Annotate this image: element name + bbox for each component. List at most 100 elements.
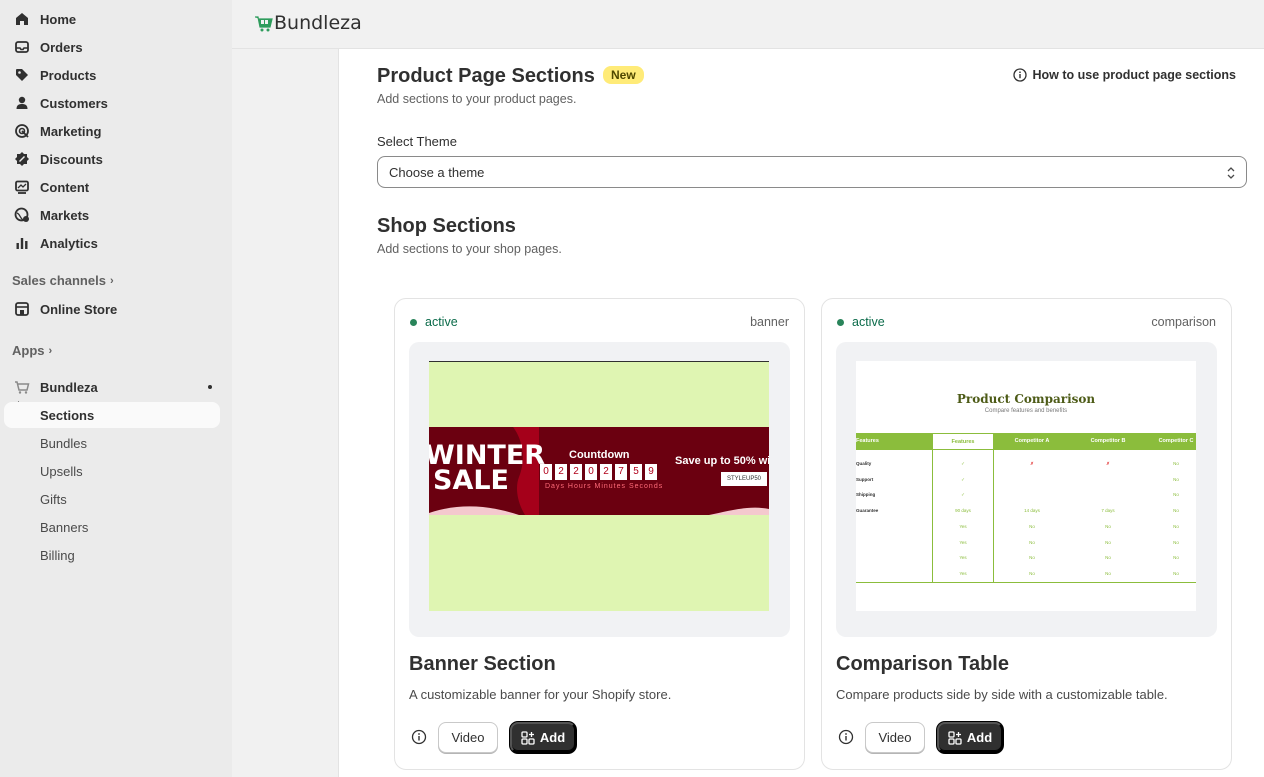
sidebar-item-label: Gifts bbox=[40, 491, 67, 507]
sidebar-item-banners[interactable]: Banners bbox=[4, 514, 220, 540]
target-icon bbox=[15, 124, 29, 138]
comparison-cell bbox=[856, 535, 932, 551]
status-dot bbox=[837, 318, 844, 326]
sidebar-item-label: Banners bbox=[40, 519, 89, 535]
select-theme-label: Select Theme bbox=[377, 134, 457, 149]
apps-label: Apps bbox=[12, 343, 45, 358]
theme-select[interactable]: Choose a theme bbox=[377, 156, 1247, 188]
sidebar-item-online-store[interactable]: Online Store bbox=[4, 296, 220, 322]
help-link-label: How to use product page sections bbox=[1032, 68, 1237, 82]
main-content: Product Page Sections New Add sections t… bbox=[339, 49, 1264, 777]
comparison-cell: No bbox=[1029, 539, 1035, 545]
discount-code: STYLEUP50 bbox=[721, 472, 768, 486]
content-icon bbox=[15, 180, 29, 194]
comparison-cell: ✓ bbox=[961, 461, 965, 466]
add-button[interactable]: Add bbox=[510, 722, 576, 753]
comparison-cell: No bbox=[1173, 555, 1179, 561]
sidebar-item-label: Markets bbox=[40, 207, 90, 223]
comparison-cell bbox=[1070, 487, 1146, 503]
section-type: banner bbox=[750, 315, 789, 329]
digit: 5 bbox=[630, 464, 642, 480]
digit: 2 bbox=[555, 464, 567, 480]
sales-channels-header[interactable]: Sales channels › bbox=[12, 273, 114, 288]
card-title: Comparison Table bbox=[836, 653, 1009, 675]
digit: 2 bbox=[600, 464, 612, 480]
comparison-cell: No bbox=[1105, 539, 1111, 545]
sidebar-item-sections[interactable]: Sections bbox=[4, 402, 220, 428]
comparison-bottom-rule bbox=[856, 581, 1196, 584]
page-title: Product Page Sections bbox=[377, 65, 595, 87]
sidebar-item-bundles[interactable]: Bundles bbox=[4, 430, 220, 456]
add-button[interactable]: Add bbox=[937, 722, 1003, 753]
banner-preview: WINTER SALE Countdown 0 2 2 0 2 7 5 9 Da… bbox=[409, 342, 790, 637]
sidebar-item-label: Customers bbox=[40, 95, 108, 111]
card-title: Banner Section bbox=[409, 653, 556, 675]
page-subtitle: Add sections to your product pages. bbox=[377, 92, 577, 106]
comparison-cell: No bbox=[1105, 570, 1111, 576]
comparison-cell: Quality bbox=[856, 461, 872, 466]
video-button[interactable]: Video bbox=[865, 722, 925, 753]
comparison-cell bbox=[994, 472, 1070, 488]
comparison-cell: No bbox=[1173, 570, 1179, 576]
comparison-cell: No bbox=[1173, 461, 1179, 466]
comparison-header-cell: Competitor A bbox=[1014, 438, 1050, 444]
apps-header[interactable]: Apps › bbox=[12, 343, 52, 358]
comparison-cell bbox=[856, 519, 932, 535]
info-icon[interactable] bbox=[411, 729, 427, 745]
status-badge: active bbox=[837, 315, 885, 329]
add-section-icon bbox=[521, 730, 535, 745]
comparison-cell: ✓ bbox=[961, 492, 965, 498]
theme-select-value: Choose a theme bbox=[389, 164, 485, 180]
comparison-cell: No bbox=[1105, 523, 1111, 529]
info-icon[interactable] bbox=[838, 729, 854, 745]
comparison-cell: Guarantee bbox=[856, 508, 879, 514]
sidebar-item-marketing[interactable]: Marketing bbox=[4, 118, 220, 144]
comparison-cell: 7 days bbox=[1101, 508, 1115, 514]
video-button[interactable]: Video bbox=[438, 722, 498, 753]
comparison-cell bbox=[856, 566, 932, 582]
comparison-cell: Yes bbox=[959, 523, 967, 529]
sidebar-item-content[interactable]: Content bbox=[4, 174, 220, 200]
admin-sidebar: Home Orders Products Customers Marketing… bbox=[0, 0, 232, 777]
sidebar-item-label: Online Store bbox=[40, 301, 118, 317]
select-updown-icon bbox=[1227, 167, 1235, 179]
discount-icon bbox=[15, 152, 29, 166]
sidebar-item-label: Discounts bbox=[40, 151, 103, 167]
comparison-cell: 14 days bbox=[1024, 508, 1040, 514]
sidebar-item-customers[interactable]: Customers bbox=[4, 90, 220, 116]
sidebar-item-home[interactable]: Home bbox=[4, 6, 220, 32]
sidebar-item-markets[interactable]: Markets bbox=[4, 202, 220, 228]
status-label: active bbox=[852, 315, 885, 329]
left-gutter bbox=[232, 49, 339, 777]
sidebar-item-bundleza[interactable]: Bundleza bbox=[4, 374, 220, 400]
status-label: active bbox=[425, 315, 458, 329]
sidebar-item-orders[interactable]: Orders bbox=[4, 34, 220, 60]
inbox-icon bbox=[15, 41, 29, 53]
comparison-cell: No bbox=[1173, 476, 1179, 482]
home-icon bbox=[16, 13, 28, 25]
digit: 0 bbox=[540, 464, 552, 480]
comparison-cell: ✓ bbox=[961, 476, 965, 482]
comparison-cell: Shipping bbox=[856, 492, 876, 498]
comparison-cell bbox=[1070, 472, 1146, 488]
sidebar-item-products[interactable]: Products bbox=[4, 62, 220, 88]
countdown-digits: 0 2 2 0 2 7 5 9 bbox=[540, 464, 657, 480]
comparison-preview: Product Comparison Compare features and … bbox=[836, 342, 1217, 637]
sidebar-item-upsells[interactable]: Upsells bbox=[4, 458, 220, 484]
store-icon bbox=[15, 302, 29, 316]
sidebar-item-gifts[interactable]: Gifts bbox=[4, 486, 220, 512]
comparison-cell: No bbox=[1173, 492, 1179, 498]
banner-section-card: active banner WINTER SALE Countdown 0 2 bbox=[394, 298, 805, 770]
sidebar-item-billing[interactable]: Billing bbox=[4, 542, 220, 568]
app-frame: Bundleza Product Page Sections New Add s… bbox=[232, 0, 1264, 777]
banner-offer: Save up to 50% wit bbox=[675, 455, 769, 467]
sidebar-item-discounts[interactable]: Discounts bbox=[4, 146, 220, 172]
tag-icon bbox=[16, 69, 28, 81]
chevron-right-icon: › bbox=[48, 344, 53, 357]
comparison-subtitle: Compare features and benefits bbox=[984, 408, 1068, 414]
sidebar-item-label: Content bbox=[40, 179, 90, 195]
sidebar-item-analytics[interactable]: Analytics bbox=[4, 230, 220, 256]
sidebar-item-label: Billing bbox=[40, 547, 75, 563]
help-link[interactable]: How to use product page sections bbox=[1012, 68, 1237, 82]
new-badge: New bbox=[603, 66, 644, 84]
